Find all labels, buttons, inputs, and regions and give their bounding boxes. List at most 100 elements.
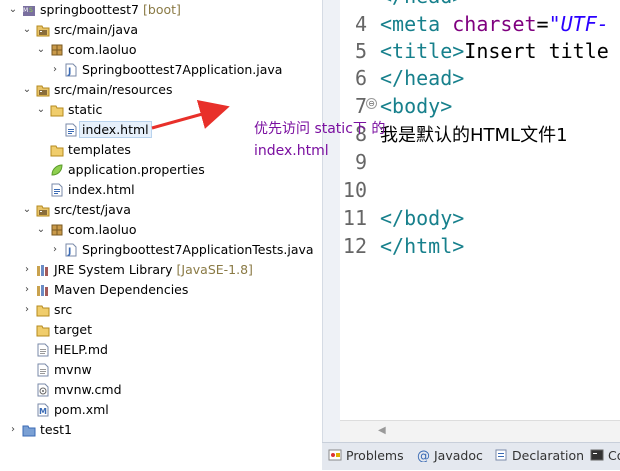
tree-item[interactable]: ⌄ src/main/resources xyxy=(0,80,322,100)
code-token: </html> xyxy=(380,234,465,258)
line-number: 10 xyxy=(342,178,367,202)
code-token: <title> xyxy=(380,39,465,63)
tree-item[interactable]: index.html xyxy=(0,180,322,200)
tree-item[interactable]: Mpom.xml xyxy=(0,400,322,420)
code-line[interactable]: </body> xyxy=(380,204,464,232)
tab-declaration[interactable]: Declaration xyxy=(494,443,584,469)
tree-item[interactable]: › src xyxy=(0,300,322,320)
code-token: </head> xyxy=(380,0,464,8)
xml-file-icon: M xyxy=(36,403,50,417)
tree-item[interactable]: application.properties xyxy=(0,160,322,180)
tree-item[interactable]: mvnw.cmd xyxy=(0,380,322,400)
line-number: 11 xyxy=(342,206,367,230)
chevron-down-icon[interactable]: ⌄ xyxy=(8,4,18,16)
package-icon xyxy=(50,223,64,237)
code-line[interactable]: </head> xyxy=(380,64,464,92)
tree-item-text: Springboottest7ApplicationTests.java xyxy=(82,242,314,257)
code-line[interactable]: <title>Insert title xyxy=(380,37,609,65)
code-line[interactable]: </html> xyxy=(380,232,464,260)
svg-text:@: @ xyxy=(417,449,430,462)
tree-item[interactable]: ⌄ com.laoluo xyxy=(0,220,322,240)
code-token: = xyxy=(536,12,549,36)
tree-item-label: Maven Dependencies xyxy=(54,282,188,298)
code-line[interactable]: <meta charset="UTF- xyxy=(380,10,609,38)
tree-item[interactable]: ⌄ src/main/java xyxy=(0,20,322,40)
code-token: charset xyxy=(452,12,537,36)
source-folder-icon xyxy=(36,83,50,97)
code-token: <body> xyxy=(380,94,453,118)
tree-item-label: static xyxy=(68,102,102,118)
chevron-right-icon[interactable]: › xyxy=(8,424,18,436)
tree-item-label: mvnw xyxy=(54,362,92,378)
fold-toggle-icon[interactable]: ⊖ xyxy=(366,98,377,109)
tree-item-label: application.properties xyxy=(68,162,205,178)
tab-javadoc[interactable]: @ Javadoc xyxy=(416,443,483,469)
tree-item[interactable]: HELP.md xyxy=(0,340,322,360)
tree-item[interactable]: › J Springboottest7Application.java xyxy=(0,60,322,80)
spring-project-icon: MS xyxy=(22,3,36,17)
tree-item-text: src xyxy=(54,302,73,317)
tree-item-text: Maven Dependencies xyxy=(54,282,189,297)
tree-item[interactable]: › J Springboottest7ApplicationTests.java xyxy=(0,240,322,260)
tab-co[interactable]: Co xyxy=(590,443,620,469)
tree-item[interactable]: ⌄ M Sspringboottest7 [boot] xyxy=(0,0,322,20)
library-icon xyxy=(36,283,50,297)
chevron-down-icon[interactable]: ⌄ xyxy=(22,204,32,216)
tree-item-label: mvnw.cmd xyxy=(54,382,122,398)
chevron-right-icon[interactable]: › xyxy=(22,284,32,296)
text-file-icon xyxy=(36,343,50,357)
chevron-right-icon[interactable]: › xyxy=(22,304,32,316)
tree-item-text: mvnw.cmd xyxy=(54,382,122,397)
tree-item[interactable]: ⌄ src/test/java xyxy=(0,200,322,220)
tree-item[interactable]: ⌄ static xyxy=(0,100,322,120)
tree-item-text: JRE System Library xyxy=(54,262,173,277)
code-token: </body> xyxy=(380,206,465,230)
svg-text:M: M xyxy=(39,407,47,416)
editor-left-ruler xyxy=(322,0,341,442)
chevron-down-icon[interactable]: ⌄ xyxy=(36,44,46,56)
tree-item[interactable]: mvnw xyxy=(0,360,322,380)
folder-icon xyxy=(36,303,50,317)
folder-icon xyxy=(50,103,64,117)
tree-item-label: index.html xyxy=(68,182,135,198)
chevron-down-icon[interactable]: ⌄ xyxy=(22,24,32,36)
source-folder-icon xyxy=(36,23,50,37)
tab-label: Co xyxy=(608,448,620,463)
tree-item-text: application.properties xyxy=(68,162,205,177)
tree-item-label: JRE System Library [JavaSE-1.8] xyxy=(54,262,253,278)
tree-item[interactable]: target xyxy=(0,320,322,340)
tree-item-label: com.laoluo xyxy=(68,42,137,58)
tree-item[interactable]: › test1 xyxy=(0,420,322,440)
tree-item-text: templates xyxy=(68,142,131,157)
code-token: "UTF- xyxy=(548,12,609,36)
tree-item-text: index.html xyxy=(68,182,135,197)
line-number: 5 xyxy=(354,39,367,63)
chevron-down-icon[interactable]: ⌄ xyxy=(22,84,32,96)
scroll-left-icon[interactable]: ◀ xyxy=(378,425,386,436)
folder-icon xyxy=(50,143,64,157)
code-line[interactable]: <body> xyxy=(380,92,452,120)
tree-item[interactable]: › JRE System Library [JavaSE-1.8] xyxy=(0,260,322,280)
chevron-right-icon[interactable]: › xyxy=(50,64,60,76)
package-icon xyxy=(50,43,64,57)
tab-problems[interactable]: Problems xyxy=(328,443,404,469)
chevron-down-icon[interactable]: ⌄ xyxy=(36,224,46,236)
tree-item[interactable]: › Maven Dependencies xyxy=(0,280,322,300)
tree-item-text: src/main/resources xyxy=(54,82,173,97)
chevron-right-icon[interactable]: › xyxy=(22,264,32,276)
tree-item-text: com.laoluo xyxy=(68,42,137,57)
horizontal-scrollbar[interactable]: ◀ xyxy=(340,420,620,443)
tree-item-text: index.html xyxy=(79,121,152,138)
tree-item[interactable]: ⌄ com.laoluo xyxy=(0,40,322,60)
annotation-line-1: 优先访问 static下 的 xyxy=(254,121,386,137)
project-explorer: ⌄ M Sspringboottest7 [boot] ⌄ src/main/java ⌄ c… xyxy=(0,0,322,469)
chevron-down-icon[interactable]: ⌄ xyxy=(36,104,46,116)
text-file-icon xyxy=(36,363,50,377)
tree-item-text: src/main/java xyxy=(54,22,139,37)
java-file-icon: J xyxy=(64,243,78,257)
tree-item-text: pom.xml xyxy=(54,402,109,417)
chevron-right-icon[interactable]: › xyxy=(50,244,60,256)
code-token: <meta xyxy=(380,12,453,36)
tree-item-text: target xyxy=(54,322,93,337)
